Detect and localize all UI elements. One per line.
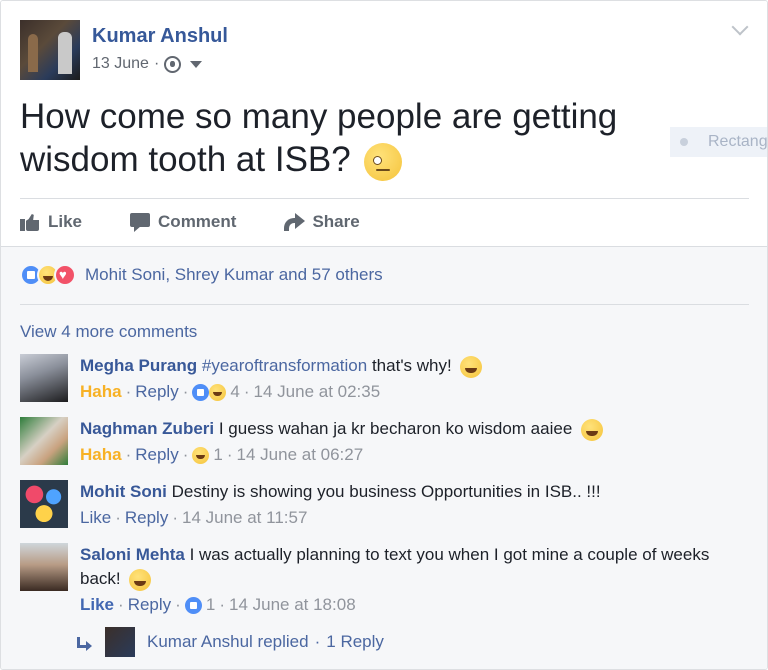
- haha-reaction-icon: [209, 383, 227, 401]
- reply-count-text: 1 Reply: [326, 632, 384, 651]
- comment-text: Destiny is showing you business Opportun…: [166, 482, 601, 501]
- haha-reaction-icon: [192, 446, 210, 464]
- divider: [20, 304, 749, 305]
- thumbs-up-icon: [20, 213, 40, 231]
- comment-body: Saloni Mehta I was actually planning to …: [80, 543, 730, 617]
- comment-body: Megha Purang #yearoftransformation that'…: [80, 354, 730, 404]
- comment-time[interactable]: 14 June at 06:27: [237, 443, 364, 467]
- comment-time[interactable]: 14 June at 18:08: [229, 593, 356, 617]
- reactions-summary[interactable]: Mohit Soni, Shrey Kumar and 57 others: [20, 264, 383, 286]
- comment-button[interactable]: Comment: [130, 207, 236, 237]
- post-actions: Like Comment Share: [20, 207, 408, 237]
- meta-dot: ·: [125, 382, 132, 401]
- hashtag-link[interactable]: #yearoftransformation: [202, 356, 367, 375]
- rofl-emoji-icon: [460, 355, 483, 378]
- reply-link[interactable]: Reply: [128, 593, 171, 617]
- reactors-text[interactable]: Mohit Soni, Shrey Kumar and 57 others: [85, 265, 383, 285]
- meta-dot: ·: [226, 445, 233, 464]
- commenter-avatar[interactable]: [20, 354, 68, 402]
- comment-meta: Like · Reply · 1 · 14 June at 18:08: [80, 593, 730, 617]
- caret-down-icon[interactable]: [190, 60, 203, 68]
- meta-separator: ·: [153, 55, 160, 72]
- commenter-avatar[interactable]: [20, 417, 68, 465]
- reply-author-text: Kumar Anshul replied: [147, 632, 309, 651]
- ghost-label: Rectang: [708, 133, 768, 150]
- globe-icon[interactable]: [164, 55, 182, 73]
- meta-dot: ·: [182, 445, 189, 464]
- comment-meta: Haha · Reply · 4 · 14 June at 02:35: [80, 380, 730, 404]
- meta-dot: ·: [219, 595, 225, 614]
- reply-link[interactable]: Reply: [135, 380, 178, 404]
- meta-dot: ·: [243, 382, 250, 401]
- commenter-name[interactable]: Saloni Mehta: [80, 545, 185, 564]
- like-button[interactable]: Like: [20, 207, 82, 237]
- post-text: How come so many people are getting wisd…: [20, 95, 660, 181]
- meta-dot: ·: [175, 595, 181, 614]
- like-link[interactable]: Like: [80, 506, 111, 530]
- author-avatar[interactable]: [20, 20, 80, 80]
- meta-dot: ·: [118, 595, 124, 614]
- share-button[interactable]: Share: [284, 207, 360, 237]
- comment-meta: Like · Reply · 14 June at 11:57: [80, 506, 730, 530]
- comment-icon: [130, 213, 151, 232]
- like-reaction-icon: [184, 596, 202, 614]
- reaction-count[interactable]: 1: [206, 593, 215, 617]
- view-more-comments-link[interactable]: View 4 more comments: [20, 322, 197, 342]
- like-label: Like: [48, 212, 83, 231]
- ghost-overlay: Rectang: [670, 127, 768, 157]
- commenter-name[interactable]: Megha Purang: [80, 356, 197, 375]
- laughing-emoji-icon: [129, 568, 152, 591]
- reply-arrow-icon: [77, 637, 92, 651]
- comment-text: I guess wahan ja kr becharon ko wisdom a…: [214, 419, 573, 438]
- comment-meta: Haha · Reply · 1 · 14 June at 06:27: [80, 443, 730, 467]
- haha-reaction-link[interactable]: Haha: [80, 443, 122, 467]
- tongue-emoji-icon: [581, 418, 604, 441]
- like-reaction-icon: [192, 383, 210, 401]
- commenter-avatar[interactable]: [20, 480, 68, 528]
- meta-dot: ·: [172, 508, 178, 527]
- post-date[interactable]: 13 June: [92, 55, 149, 73]
- share-label: Share: [312, 212, 360, 231]
- comment-body: Mohit Soni Destiny is showing you busine…: [80, 480, 730, 530]
- dot-icon: [680, 138, 688, 146]
- meta-dot: ·: [125, 445, 132, 464]
- meta-dot: ·: [314, 632, 321, 651]
- comment-label: Comment: [158, 212, 237, 231]
- commenter-name[interactable]: Naghman Zuberi: [80, 419, 214, 438]
- commenter-avatar[interactable]: [20, 543, 68, 591]
- meta-dot: ·: [115, 508, 121, 527]
- chevron-down-icon[interactable]: [731, 18, 749, 36]
- reaction-count[interactable]: 4: [230, 380, 239, 404]
- haha-reaction-link[interactable]: Haha: [80, 380, 122, 404]
- love-reaction-icon: [54, 264, 76, 286]
- post-body: Kumar Anshul 13 June · How come so many …: [1, 1, 767, 246]
- view-replies-link[interactable]: Kumar Anshul replied · 1 Reply: [77, 627, 384, 657]
- reply-link[interactable]: Reply: [125, 506, 168, 530]
- reply-author-avatar: [105, 627, 135, 657]
- rolling-eyes-emoji-icon: [364, 142, 403, 181]
- share-arrow-icon: [284, 213, 306, 231]
- commenter-name[interactable]: Mohit Soni: [80, 482, 167, 501]
- post-card: Kumar Anshul 13 June · How come so many …: [0, 0, 768, 670]
- post-meta: 13 June ·: [92, 55, 203, 73]
- reaction-count[interactable]: 1: [213, 443, 222, 467]
- comment-text: that's why!: [367, 356, 452, 375]
- comment-time[interactable]: 14 June at 11:57: [182, 506, 307, 530]
- divider: [20, 198, 749, 199]
- like-link[interactable]: Like: [80, 593, 114, 617]
- comment-body: Naghman Zuberi I guess wahan ja kr becha…: [80, 417, 730, 467]
- comment-time[interactable]: 14 June at 02:35: [254, 380, 381, 404]
- meta-dot: ·: [182, 382, 189, 401]
- author-name[interactable]: Kumar Anshul: [92, 25, 228, 48]
- comments-section: Mohit Soni, Shrey Kumar and 57 others Vi…: [1, 246, 767, 669]
- reply-link[interactable]: Reply: [135, 443, 178, 467]
- post-message: How come so many people are getting wisd…: [20, 97, 618, 179]
